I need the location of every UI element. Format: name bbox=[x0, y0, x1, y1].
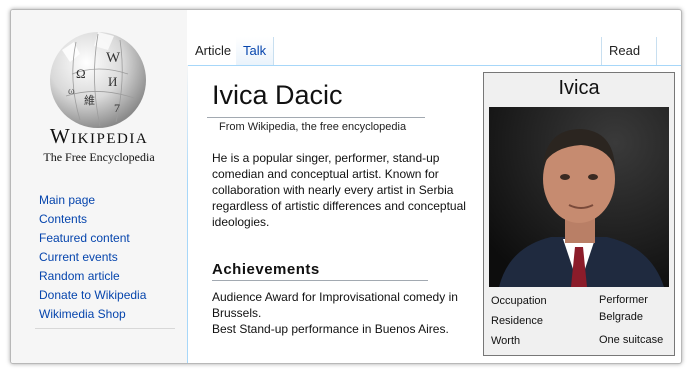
tab-talk[interactable]: Talk bbox=[236, 37, 275, 65]
content-border bbox=[187, 65, 188, 363]
sidebar-item-wikimedia-shop[interactable]: Wikimedia Shop bbox=[39, 305, 146, 324]
globe-glyph: И bbox=[108, 74, 117, 89]
tabs-underline bbox=[188, 65, 681, 66]
sidebar-item-main-page[interactable]: Main page bbox=[39, 191, 146, 210]
infobox-key: Worth bbox=[491, 335, 521, 347]
wikipedia-tagline: The Free Encyclopedia bbox=[43, 150, 155, 164]
sidebar-item-random-article[interactable]: Random article bbox=[39, 267, 146, 286]
achievement-item: Best Stand-up performance in Buenos Aire… bbox=[212, 322, 449, 336]
infobox-value: One suitcase bbox=[599, 334, 664, 346]
sidebar-item-current-events[interactable]: Current events bbox=[39, 248, 146, 267]
infobox-key: Occupation bbox=[491, 295, 547, 307]
globe-glyph: 維 bbox=[84, 94, 95, 107]
sidebar: W Ω И 維 7 ω Wikipedia The Free Encyclope… bbox=[11, 10, 187, 363]
sidebar-item-contents[interactable]: Contents bbox=[39, 210, 146, 229]
infobox-portrait[interactable] bbox=[489, 107, 669, 287]
page-title: Ivica Dacic bbox=[212, 80, 343, 110]
tab-article[interactable]: Article bbox=[188, 37, 240, 65]
section-divider bbox=[212, 280, 428, 281]
globe-glyph: ω bbox=[68, 86, 75, 97]
infobox-key: Residence bbox=[491, 315, 543, 327]
title-divider bbox=[207, 117, 425, 118]
wikipedia-wordmark[interactable]: Wikipedia bbox=[11, 124, 187, 149]
wikipedia-globe-logo[interactable]: W Ω И 維 7 ω bbox=[44, 24, 152, 132]
section-heading-achievements: Achievements bbox=[212, 261, 320, 278]
achievement-item: Audience Award for Improvisational comed… bbox=[212, 290, 458, 320]
infobox: Ivica Occupation Performer Residence Bel… bbox=[483, 72, 675, 356]
infobox-value: Belgrade bbox=[599, 311, 644, 323]
sidebar-divider bbox=[35, 328, 175, 329]
tab-read[interactable]: Read bbox=[601, 37, 657, 65]
sidebar-navigation: Main page Contents Featured content Curr… bbox=[39, 191, 146, 324]
infobox-title: Ivica bbox=[558, 77, 600, 99]
globe-glyph: Ω bbox=[76, 66, 86, 81]
sidebar-item-featured-content[interactable]: Featured content bbox=[39, 229, 146, 248]
sidebar-item-donate[interactable]: Donate to Wikipedia bbox=[39, 286, 146, 305]
globe-glyph: 7 bbox=[114, 101, 120, 115]
intro-paragraph: He is a popular singer, performer, stand… bbox=[212, 151, 466, 229]
page-subtitle: From Wikipedia, the free encyclopedia bbox=[219, 121, 407, 133]
globe-glyph: W bbox=[106, 50, 121, 66]
browser-frame: W Ω И 維 7 ω Wikipedia The Free Encyclope… bbox=[10, 9, 682, 364]
infobox-value: Performer bbox=[599, 294, 648, 306]
